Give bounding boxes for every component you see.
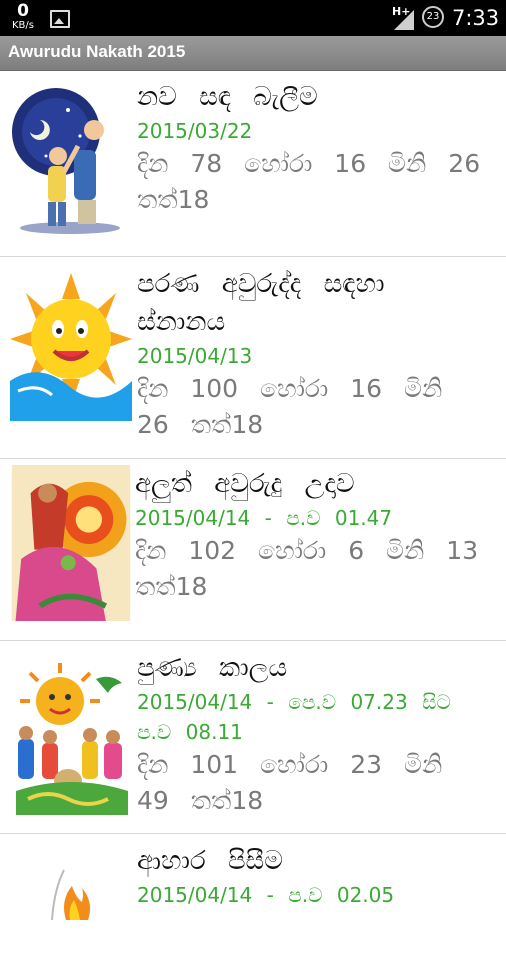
item-date: 2015/04/14 - ප.ව 02.05 <box>137 883 395 907</box>
item-countdown: දින 100 හෝරා 16 මිනි 26 තත්18 <box>137 374 443 439</box>
sun-bathing-icon <box>10 273 132 421</box>
network-speed: 0 KB/s <box>6 3 40 31</box>
item-text: පරණ අවුරුද්ද සඳහා ස්නානය 2015/04/13 දින … <box>137 265 492 443</box>
notification-count-badge: 23 <box>422 6 444 28</box>
item-countdown: දින 102 හෝරා 6 මිනි 13 තත්18 <box>135 536 479 601</box>
list-item-cooking[interactable]: ආහාර පිසීම 2015/04/14 - ප.ව 02.05 <box>0 834 506 954</box>
item-title: අලුත් අවුරුදු උදාව <box>135 469 355 499</box>
item-date: 2015/03/22 <box>137 119 253 143</box>
list-item-new-year-dawn[interactable]: අලුත් අවුරුදු උදාව 2015/04/14 - ප.ව 01.4… <box>0 459 506 641</box>
list-item-auspicious-period[interactable]: පුණ්‍ය කාලය 2015/04/14 - පෙ.ව 07.23 සිට … <box>0 641 506 834</box>
status-bar: 0 KB/s H+ 23 7:33 <box>0 0 506 36</box>
app-title: Awurudu Nakath 2015 <box>8 42 186 61</box>
network-speed-value: 0 <box>17 1 29 21</box>
item-title: නව සඳ බැලීම <box>137 82 318 112</box>
action-bar: Awurudu Nakath 2015 <box>0 36 506 71</box>
item-title: පරණ අවුරුද්ද සඳහා ස්නානය <box>137 269 385 337</box>
item-countdown: දින 101 හෝරා 23 මිනි 49 තත්18 <box>137 750 443 815</box>
item-text: පුණ්‍ය කාලය 2015/04/14 - පෙ.ව 07.23 සිට … <box>137 649 492 819</box>
image-notification-icon <box>50 10 70 28</box>
cooking-icon <box>51 869 90 920</box>
clock: 7:33 <box>452 6 500 30</box>
item-title: ආහාර පිසීම <box>137 846 283 876</box>
nakath-list: නව සඳ බැලීම 2015/03/22 දින 78 හෝරා 16 මි… <box>0 70 506 954</box>
moon-viewing-icon <box>12 88 120 234</box>
item-countdown: දින 78 හෝරා 16 මිනි 26 තත්18 <box>137 149 481 214</box>
list-item-old-year-bath[interactable]: පරණ අවුරුද්ද සඳහා ස්නානය 2015/04/13 දින … <box>0 257 506 459</box>
item-date: 2015/04/13 <box>137 344 253 368</box>
new-year-dawn-icon <box>11 465 131 621</box>
item-text: නව සඳ බැලීම 2015/03/22 දින 78 හෝරා 16 මි… <box>137 78 492 218</box>
auspicious-time-icon <box>16 663 128 815</box>
network-speed-unit: KB/s <box>12 20 34 31</box>
item-text: අලුත් අවුරුදු උදාව 2015/04/14 - ප.ව 01.4… <box>135 465 492 605</box>
item-date: 2015/04/14 - ප.ව 01.47 <box>135 506 393 530</box>
signal-icon <box>394 10 414 30</box>
item-date: 2015/04/14 - පෙ.ව 07.23 සිට ප.ව 08.11 <box>137 690 451 744</box>
item-title: පුණ්‍ය කාලය <box>137 653 288 683</box>
list-item-new-moon[interactable]: නව සඳ බැලීම 2015/03/22 දින 78 හෝරා 16 මි… <box>0 70 506 257</box>
